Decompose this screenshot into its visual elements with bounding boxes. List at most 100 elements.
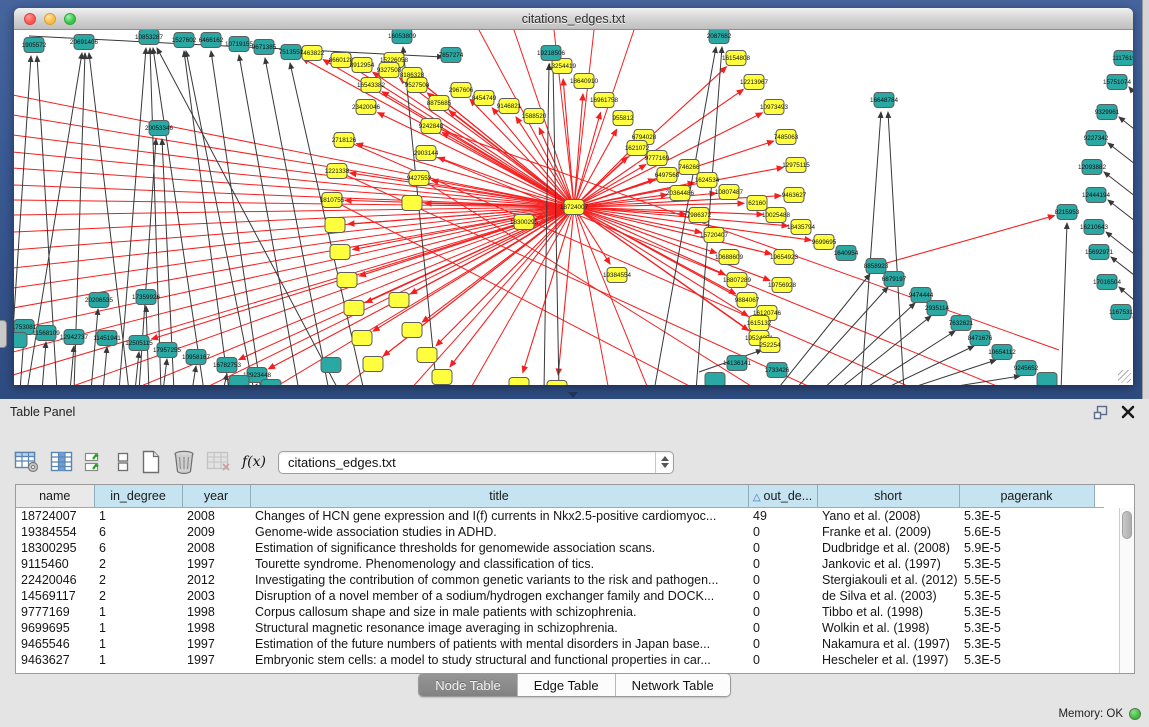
graph-node[interactable]: 10807487 [715, 185, 744, 200]
network-window-titlebar[interactable]: citations_edges.txt [14, 8, 1133, 30]
graph-node[interactable]: 16210643 [1080, 220, 1109, 235]
graph-node[interactable] [402, 196, 422, 211]
graph-node[interactable]: 12505115 [125, 336, 153, 351]
table-row[interactable]: 946362711997Embryonic stem cells: a mode… [16, 652, 1104, 668]
graph-node[interactable]: 8454749 [472, 91, 497, 106]
graph-node[interactable]: 6879197 [882, 272, 907, 287]
network-canvas[interactable]: 1872400774638228660128891295415226058932… [14, 30, 1133, 385]
function-builder-icon[interactable]: f(x) [242, 454, 266, 470]
graph-node[interactable]: 8912954 [350, 58, 375, 73]
graph-node[interactable]: 7857274 [439, 48, 464, 63]
graph-node[interactable]: 746266 [678, 160, 700, 175]
graph-node[interactable]: 10654112 [988, 345, 1016, 360]
table-row[interactable]: 1872400712008Changes of HCN gene express… [16, 507, 1104, 524]
graph-node[interactable]: 18807289 [723, 273, 752, 288]
graph-node[interactable]: 17016504 [1093, 275, 1122, 290]
graph-node[interactable] [14, 333, 27, 348]
graph-node[interactable]: 2903144 [414, 146, 439, 161]
table-row[interactable]: 1938455462009Genome-wide association stu… [16, 524, 1104, 540]
table-row[interactable]: 2242004622012Investigating the contribut… [16, 572, 1104, 588]
graph-node[interactable]: 10958167 [182, 350, 211, 365]
graph-node[interactable] [352, 331, 372, 346]
graph-node[interactable] [337, 273, 357, 288]
graph-node[interactable] [402, 323, 422, 338]
graph-node[interactable]: 15692971 [1085, 245, 1114, 260]
table-row[interactable]: 911546021997Tourette syndrome. Phenomeno… [16, 556, 1104, 572]
graph-node[interactable] [705, 373, 725, 386]
graph-node[interactable]: 23420046 [352, 100, 381, 115]
delete-table-button[interactable] [206, 450, 232, 474]
scrollbar-thumb[interactable] [1122, 511, 1132, 539]
delete-column-button[interactable] [172, 449, 196, 475]
memory-status-icon[interactable] [1129, 708, 1141, 720]
graph-node[interactable]: 1615132 [747, 316, 772, 331]
network-window[interactable]: citations_edges.txt 18724007746382286601… [14, 8, 1133, 385]
graph-node[interactable]: 12942737 [60, 330, 89, 345]
graph-node[interactable]: 16154808 [722, 51, 751, 66]
graph-node[interactable]: 17359926 [132, 290, 161, 305]
column-header-out_de[interactable]: △out_de... [748, 485, 817, 507]
graph-node[interactable]: 9777169 [645, 151, 670, 166]
graph-node[interactable]: 9884067 [735, 293, 760, 308]
graph-node[interactable]: 18300295 [510, 215, 539, 230]
graph-node[interactable]: 16961758 [590, 93, 619, 108]
graph-node[interactable]: 14136141 [723, 356, 752, 371]
graph-node[interactable]: 10719155 [225, 37, 254, 52]
graph-node[interactable] [330, 245, 350, 260]
graph-node[interactable]: 2935114 [925, 301, 950, 316]
graph-node[interactable]: 7986372 [687, 208, 712, 223]
graph-node[interactable]: 12975115 [782, 158, 810, 173]
table-scrollbar[interactable] [1119, 508, 1134, 673]
graph-node[interactable]: 16543382 [357, 78, 386, 93]
graph-node[interactable]: 10688609 [715, 250, 744, 265]
graph-node[interactable]: 1905572 [22, 38, 47, 53]
splitter-handle-icon[interactable] [568, 392, 578, 398]
graph-node[interactable] [325, 218, 345, 233]
graph-node[interactable]: 1810755 [320, 193, 345, 208]
graph-node[interactable] [229, 376, 249, 386]
graph-node[interactable]: 1733426 [765, 363, 790, 378]
graph-node[interactable] [321, 358, 341, 373]
graph-node[interactable]: 12093882 [1078, 160, 1107, 175]
graph-node[interactable]: 15751074 [1103, 75, 1132, 90]
graph-node[interactable]: 19384554 [603, 268, 632, 283]
zoom-window-icon[interactable] [64, 13, 76, 25]
graph-node[interactable]: 19654923 [770, 250, 799, 265]
column-header-year[interactable]: year [182, 485, 250, 507]
graph-node[interactable]: 6466162 [199, 33, 224, 48]
table-row[interactable]: 946554611997Estimation of the future num… [16, 636, 1104, 652]
graph-node[interactable]: 19756928 [768, 278, 797, 293]
tab-node-table[interactable]: Node Table [419, 674, 518, 696]
graph-node[interactable] [547, 381, 567, 386]
table-mode-button[interactable] [14, 450, 40, 474]
graph-node[interactable] [432, 370, 452, 385]
graph-node[interactable]: 19218506 [537, 46, 566, 61]
table-selector-dropdown[interactable]: citations_edges.txt [278, 451, 674, 474]
graph-node[interactable]: 955812 [612, 111, 634, 126]
graph-node[interactable] [261, 380, 281, 386]
graph-node[interactable]: 8215953 [1055, 205, 1080, 220]
graph-node[interactable]: 7485063 [774, 130, 799, 145]
graph-node[interactable]: 20206535 [85, 293, 114, 308]
graph-node[interactable]: 9427552 [407, 171, 432, 186]
graph-node[interactable]: 1167531 [1109, 305, 1133, 320]
graph-node[interactable] [389, 293, 409, 308]
table-row[interactable]: 977716911998Corpus callosum shape and si… [16, 604, 1104, 620]
graph-node[interactable]: 20364486 [666, 186, 695, 201]
graph-node[interactable]: 9245652 [1014, 361, 1039, 376]
window-resize-grip[interactable] [1118, 370, 1131, 383]
table-row[interactable]: 1456911722003Disruption of a novel membe… [16, 588, 1104, 604]
graph-node[interactable]: 11568109 [32, 326, 60, 341]
graph-node[interactable]: 9327508 [377, 63, 402, 78]
graph-node[interactable] [363, 357, 383, 372]
graph-node[interactable]: 8875685 [427, 96, 452, 111]
tab-network-table[interactable]: Network Table [616, 674, 730, 696]
graph-node[interactable]: 9329961 [1095, 105, 1120, 120]
graph-node[interactable]: 1621072 [625, 141, 650, 156]
column-header-in_degree[interactable]: in_degree [94, 485, 182, 507]
graph-node[interactable]: 10853287 [135, 30, 164, 45]
minimize-window-icon[interactable] [44, 13, 56, 25]
float-panel-button[interactable] [1093, 405, 1109, 420]
graph-node[interactable]: 1624534 [695, 173, 720, 188]
graph-node[interactable]: 10025488 [762, 208, 791, 223]
